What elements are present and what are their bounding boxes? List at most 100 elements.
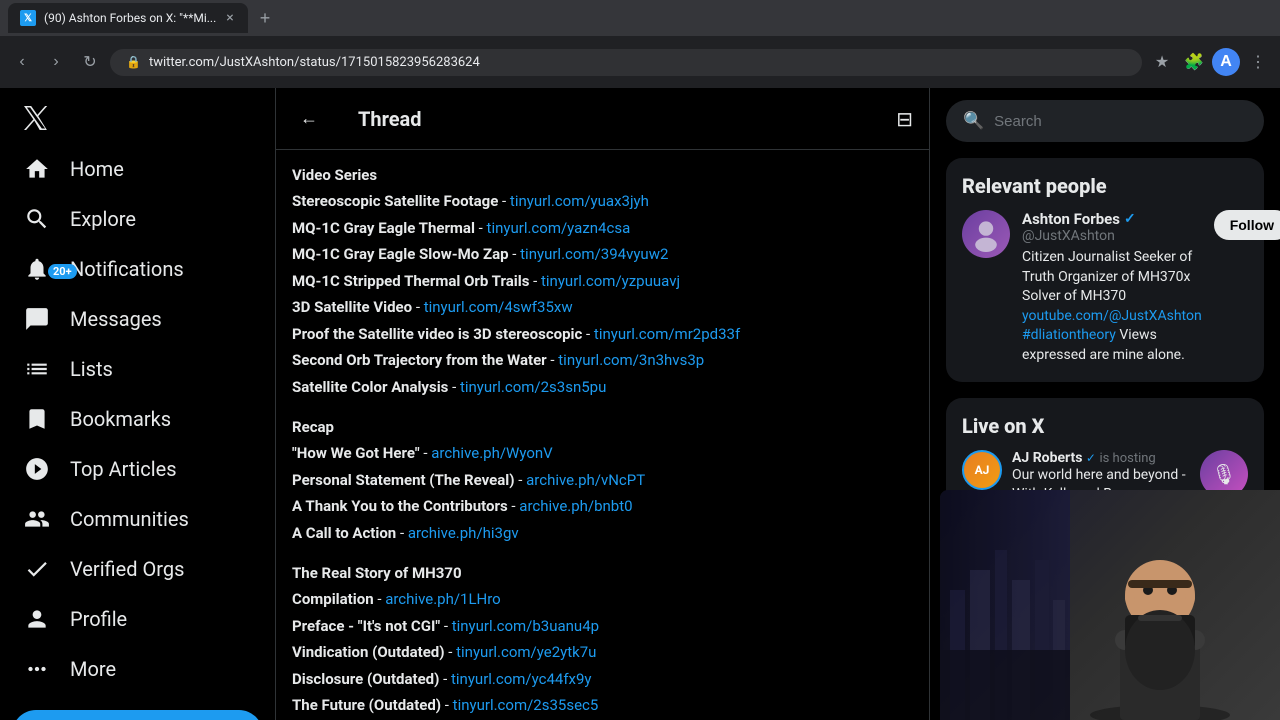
sidebar-item-notifications[interactable]: 20+Notifications — [12, 244, 263, 294]
thread-item: MQ-1C Gray Eagle Slow-Mo Zap - tinyurl.c… — [292, 243, 913, 266]
item-link[interactable]: tinyurl.com/4swf35xw — [424, 298, 573, 316]
sidebar-item-communities[interactable]: Communities — [12, 494, 263, 544]
back-to-timeline-button[interactable]: ← — [292, 100, 326, 137]
sidebar-item-top-articles[interactable]: Top Articles — [12, 444, 263, 494]
item-link[interactable]: archive.ph/vNcPT — [526, 471, 645, 489]
sidebar-item-lists[interactable]: Lists — [12, 344, 263, 394]
video-person — [1050, 500, 1270, 720]
tab-title: (90) Ashton Forbes on X: "**Mi... — [44, 11, 216, 25]
item-link[interactable]: tinyurl.com/yzpuuavj — [541, 272, 680, 290]
thread-title: Thread — [358, 107, 864, 131]
active-tab[interactable]: 𝕏 (90) Ashton Forbes on X: "**Mi... × — [8, 3, 248, 33]
item-link[interactable]: tinyurl.com/394vyuw2 — [520, 245, 668, 263]
sidebar-item-home[interactable]: Home — [12, 144, 263, 194]
item-link[interactable]: tinyurl.com/3n3hvs3p — [558, 351, 704, 369]
item-label: MQ-1C Stripped Thermal Orb Trails — [292, 272, 529, 290]
item-link[interactable]: archive.ph/bnbt0 — [519, 497, 632, 515]
video-overlay-inner — [940, 490, 1280, 720]
item-link[interactable]: tinyurl.com/2s3sn5pu — [460, 378, 606, 396]
back-button[interactable]: ‹ — [8, 48, 36, 76]
x-logo[interactable] — [12, 96, 60, 140]
item-link[interactable]: tinyurl.com/yc44fx9y — [451, 670, 592, 688]
notifications-icon: 20+ — [24, 256, 50, 282]
person-avatar — [962, 210, 1010, 258]
item-link[interactable]: archive.ph/WyonV — [431, 444, 553, 462]
sidebar-item-bookmarks[interactable]: Bookmarks — [12, 394, 263, 444]
item-label: MQ-1C Gray Eagle Slow-Mo Zap — [292, 245, 509, 263]
bookmarks-icon — [24, 406, 50, 432]
item-link[interactable]: tinyurl.com/yuax3jyh — [510, 192, 649, 210]
item-link[interactable]: tinyurl.com/2s35sec5 — [453, 696, 599, 714]
person-verified-icon: ✓ — [1124, 211, 1136, 227]
menu-button[interactable]: ⋮ — [1244, 48, 1272, 76]
thread-item: Personal Statement (The Reveal) - archiv… — [292, 469, 913, 492]
sidebar-item-more[interactable]: More — [12, 644, 263, 694]
thread-item: Compilation - archive.ph/1LHro — [292, 588, 913, 611]
profile-button[interactable]: A — [1212, 48, 1240, 76]
thread-item: MQ-1C Stripped Thermal Orb Trails - tiny… — [292, 270, 913, 293]
messages-icon — [24, 306, 50, 332]
item-label: Stereoscopic Satellite Footage — [292, 192, 498, 210]
person-bio: Citizen Journalist Seeker of Truth Organ… — [1022, 248, 1202, 366]
item-label: Personal Statement (The Reveal) — [292, 471, 515, 489]
sidebar-item-messages[interactable]: Messages — [12, 294, 263, 344]
forward-button[interactable]: › — [42, 48, 70, 76]
thread-item: A Call to Action - archive.ph/hi3gv — [292, 522, 913, 545]
main-content: ← Thread ⊟ Video Series Stereoscopic Sate… — [275, 88, 930, 720]
sidebar-item-explore[interactable]: Explore — [12, 194, 263, 244]
search-icon: 🔍 — [963, 111, 984, 131]
item-label: MQ-1C Gray Eagle Thermal — [292, 219, 475, 237]
thread-body: Video Series Stereoscopic Satellite Foota… — [276, 150, 929, 720]
item-label: The Future (Outdated) — [292, 696, 441, 714]
communities-icon — [24, 506, 50, 532]
tab-close-button[interactable]: × — [224, 8, 235, 28]
follow-button[interactable]: Follow — [1214, 210, 1280, 240]
thread-item: "How We Got Here" - archive.ph/WyonV — [292, 442, 913, 465]
top-articles-icon — [24, 456, 50, 482]
item-label: Vindication (Outdated) — [292, 643, 445, 661]
bookmark-button[interactable]: ★ — [1148, 48, 1176, 76]
search-bar[interactable]: 🔍 — [946, 100, 1264, 142]
sidebar-item-verified-orgs[interactable]: Verified Orgs — [12, 544, 263, 594]
item-label: A Call to Action — [292, 524, 396, 542]
item-link[interactable]: tinyurl.com/b3uanu4p — [452, 617, 599, 635]
person-info: Ashton Forbes ✓ @JustXAshton Citizen Jou… — [1022, 210, 1202, 366]
item-label: Satellite Color Analysis — [292, 378, 448, 396]
aj-name: AJ Roberts — [1012, 450, 1082, 466]
live-on-x-title: Live on X — [962, 414, 1248, 438]
layout-toggle-icon[interactable]: ⊟ — [896, 107, 913, 131]
new-tab-button[interactable]: + — [252, 4, 279, 33]
browser-tabs: 𝕏 (90) Ashton Forbes on X: "**Mi... × + — [0, 0, 1280, 36]
item-link[interactable]: archive.ph/hi3gv — [408, 524, 519, 542]
sidebar-label-more: More — [70, 657, 116, 681]
video-overlay[interactable] — [940, 490, 1280, 720]
extensions-button[interactable]: 🧩 — [1180, 48, 1208, 76]
item-link[interactable]: archive.ph/1LHro — [385, 590, 501, 608]
section-title-video-series: Video Series — [292, 166, 913, 184]
reload-button[interactable]: ↻ — [76, 48, 104, 76]
explore-icon — [24, 206, 50, 232]
thread-item: Stereoscopic Satellite Footage - tinyurl… — [292, 190, 913, 213]
relevant-people-module: Relevant people Ashton Forbes ✓ @JustXAs… — [946, 158, 1264, 382]
sidebar: HomeExplore20+Notifications Messages Lists… — [0, 88, 275, 720]
item-link[interactable]: tinyurl.com/mr2pd33f — [594, 325, 740, 343]
home-icon — [24, 156, 50, 182]
item-label: Proof the Satellite video is 3D stereosc… — [292, 325, 582, 343]
bio-link-youtube[interactable]: youtube.com/@JustXAshton — [1022, 308, 1202, 324]
item-label: Preface - "It's not CGI" — [292, 617, 440, 635]
item-link[interactable]: tinyurl.com/ye2ytk7u — [456, 643, 596, 661]
thread-item: The Future (Outdated) - tinyurl.com/2s35… — [292, 694, 913, 717]
more-icon — [24, 656, 50, 682]
thread-item: Proof the Satellite video is 3D stereosc… — [292, 323, 913, 346]
sidebar-label-bookmarks: Bookmarks — [70, 407, 171, 431]
search-input[interactable] — [994, 113, 1247, 130]
sidebar-item-profile[interactable]: Profile — [12, 594, 263, 644]
address-bar[interactable]: 🔒 twitter.com/JustXAshton/status/1715015… — [110, 49, 1142, 76]
item-link[interactable]: tinyurl.com/yazn4csa — [487, 219, 631, 237]
browser-chrome: 𝕏 (90) Ashton Forbes on X: "**Mi... × + … — [0, 0, 1280, 88]
person-handle: @JustXAshton — [1022, 228, 1202, 244]
lists-icon — [24, 356, 50, 382]
sidebar-label-messages: Messages — [70, 307, 162, 331]
post-button[interactable]: Post — [12, 710, 263, 720]
bio-link-hashtag[interactable]: #dliationtheory — [1022, 327, 1116, 343]
